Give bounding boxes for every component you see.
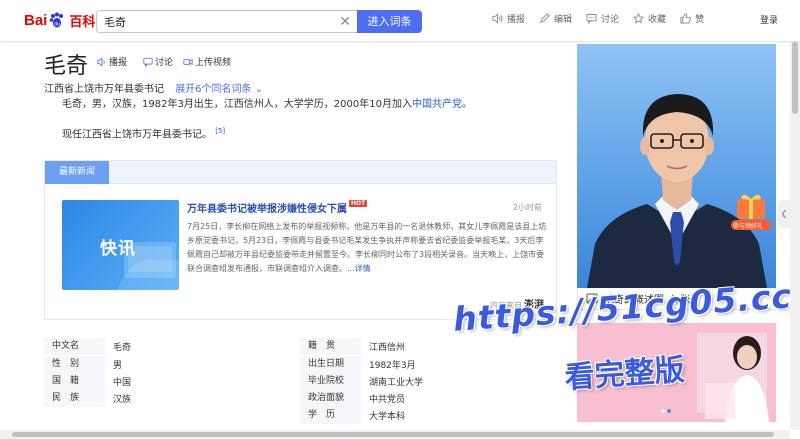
star-icon — [633, 13, 645, 24]
chevron-left-icon[interactable]: ❮ — [778, 200, 790, 228]
search-input[interactable] — [97, 11, 327, 32]
info-value: 中共党员 — [369, 395, 406, 405]
info-row: 籍 贯 江西信州 — [300, 338, 405, 355]
subtitle-text: 江西省上饶市万年县委书记 — [44, 84, 164, 95]
watermark-text: 看完整版 — [563, 352, 686, 396]
horizontal-scrollbar[interactable] — [0, 430, 790, 439]
info-row: 民 族 汉族 — [44, 390, 131, 407]
info-label: 学 历 — [300, 407, 361, 424]
enter-entry-button[interactable]: 进入词条 — [357, 10, 422, 33]
edit-label: 编辑 — [554, 15, 573, 25]
info-value: 江西信州 — [369, 343, 406, 353]
latest-news-module: 最新新闻 快讯 万年县委书记被举报涉嫌性侵女下属HOT 2小时前 7月25日，李… — [44, 160, 557, 320]
discussion-label: 讨论 — [601, 15, 620, 25]
hot-badge: HOT — [349, 200, 368, 207]
top-bar: Bai du 百科 ✕ 进入词条 播报 编辑 讨论 — [0, 0, 800, 42]
summary-paragraph-1: 毛奇，男，汉族，1982年3月出生，江西信州人，大学学历，2000年10月加入中… — [62, 98, 552, 112]
discussion-button[interactable]: 讨论 — [586, 12, 619, 25]
news-headline[interactable]: 万年县委书记被举报涉嫌性侵女下属HOT — [187, 200, 368, 215]
news-thumbnail[interactable]: 快讯 — [62, 200, 179, 290]
like-label: 赞 — [695, 15, 705, 25]
favorite-label: 收藏 — [648, 15, 667, 25]
summary-2-text: 现任江西省上饶市万年县委书记。 — [62, 129, 212, 141]
info-label: 性 别 — [44, 356, 105, 373]
thumbnail-text: 快讯 — [100, 239, 136, 259]
favorite-button[interactable]: 收藏 — [633, 12, 666, 25]
paw-icon: du — [48, 11, 66, 29]
news-header — [45, 161, 556, 184]
info-row: 学 历 大学本科 — [300, 407, 405, 424]
info-row: 政治面貌 中共党员 — [300, 390, 405, 407]
title-discussion-button[interactable]: 讨论 — [143, 55, 173, 68]
info-label: 出生日期 — [300, 356, 361, 373]
cpc-link[interactable]: 中国共产党 — [412, 99, 462, 110]
tab-latest-news[interactable]: 最新新闻 — [45, 161, 109, 184]
gift-label: 参与领好礼 — [733, 223, 764, 230]
info-label: 中文名 — [44, 338, 105, 355]
expand-homonyms-link[interactable]: 展开6个同名词条 ⌄ — [175, 84, 263, 95]
info-row: 国 籍 中国 — [44, 373, 131, 390]
info-label: 政治面貌 — [300, 390, 361, 407]
summary-1-end: 。 — [462, 99, 472, 110]
summary-paragraph-2: 现任江西省上饶市万年县委书记。 [5] — [62, 124, 552, 142]
discussion-icon — [143, 57, 153, 67]
edit-button[interactable]: 编辑 — [539, 12, 572, 25]
portrait-photo[interactable] — [577, 44, 776, 288]
info-row: 毕业院校 湖南工业大学 — [300, 373, 423, 390]
info-row: 性 别 男 — [44, 356, 122, 373]
baidu-baike-logo[interactable]: Bai du 百科 — [24, 9, 95, 31]
info-value: 男 — [113, 361, 123, 371]
info-label: 毕业院校 — [300, 373, 361, 390]
title-broadcast-label: 播报 — [109, 58, 128, 68]
broadcast-label: 播报 — [507, 15, 526, 25]
title-discussion-label: 讨论 — [155, 58, 174, 68]
top-actions: 播报 编辑 讨论 收藏 赞 — [492, 12, 718, 25]
entry-subtitle: 江西省上饶市万年县委书记 展开6个同名词条 ⌄ — [44, 80, 263, 95]
broadcast-button[interactable]: 播报 — [492, 12, 525, 25]
info-row: 中文名 毛奇 — [44, 338, 131, 355]
summary-1-text: 毛奇，男，汉族，1982年3月出生，江西信州人，大学学历，2000年10月加入 — [62, 99, 412, 110]
chevron-down-icon: ⌄ — [254, 84, 264, 95]
info-label: 籍 贯 — [300, 338, 361, 355]
title-broadcast-button[interactable]: 播报 — [97, 55, 127, 68]
expand-homonyms-label: 展开6个同名词条 — [175, 84, 252, 95]
info-label: 国 籍 — [44, 373, 105, 390]
news-more-link[interactable]: ...详情 — [347, 264, 371, 273]
logo-baike: 百科 — [69, 14, 96, 30]
upload-video-label: 上传视频 — [195, 58, 232, 68]
svg-text:du: du — [54, 22, 60, 28]
info-value: 汉族 — [113, 395, 132, 405]
info-value: 毛奇 — [113, 343, 132, 353]
info-value-link[interactable]: 湖南工业大学 — [361, 375, 423, 388]
upload-video-button[interactable]: 上传视频 — [183, 55, 231, 68]
clear-icon[interactable]: ✕ — [339, 14, 351, 30]
news-time: 2小时前 — [512, 203, 542, 212]
citation-link[interactable]: [5] — [215, 127, 225, 135]
news-headline-text: 万年县委书记被举报涉嫌性侵女下属 — [187, 204, 347, 215]
speaker-icon — [492, 13, 503, 24]
vertical-scroll-thumb[interactable] — [792, 42, 798, 114]
info-value: 1982年3月 — [369, 361, 416, 371]
video-icon — [183, 58, 193, 65]
info-value: 大学本科 — [369, 412, 406, 422]
speaker-icon — [97, 56, 105, 67]
search-box: ✕ — [96, 10, 357, 33]
vertical-scrollbar[interactable] — [790, 0, 800, 430]
edit-icon — [540, 13, 550, 23]
info-row: 出生日期 1982年3月 — [300, 356, 416, 373]
horizontal-scroll-thumb[interactable] — [12, 432, 774, 437]
thumbs-up-icon — [680, 13, 691, 24]
info-label: 民 族 — [44, 390, 105, 407]
logo-bai: Bai — [24, 11, 48, 29]
info-value-link[interactable]: 中国 — [105, 375, 131, 388]
like-button[interactable]: 赞 — [680, 12, 704, 25]
discussion-icon — [586, 13, 597, 24]
gift-promo[interactable]: 参与领好礼 — [729, 193, 773, 233]
entry-title: 毛奇 — [44, 54, 89, 79]
news-body: 7月25日，李长柳在网络上发布的举报视频称，他是万年县的一名退休教师，其女儿李佩… — [187, 220, 549, 276]
login-link[interactable]: 登录 — [760, 13, 778, 26]
